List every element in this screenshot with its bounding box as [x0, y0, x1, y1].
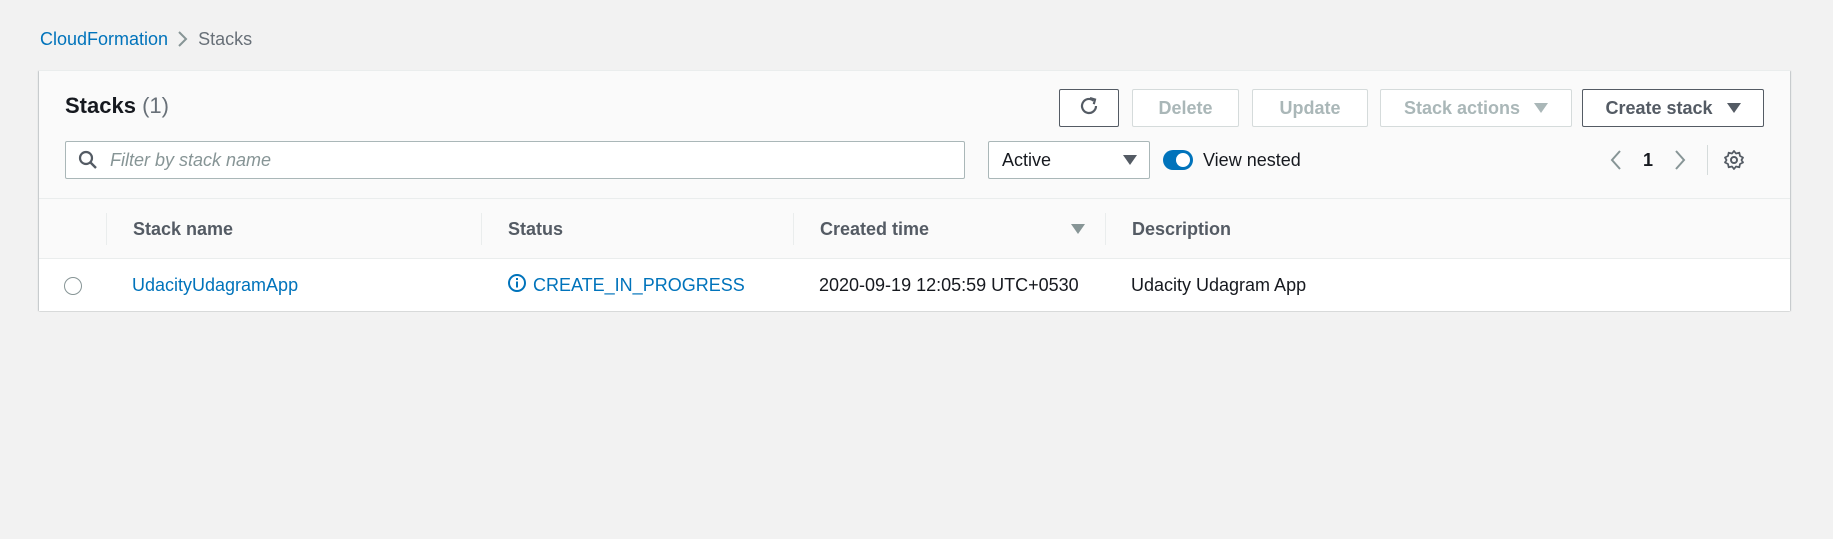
toggle-knob [1176, 153, 1190, 167]
stacks-header: Stacks (1) Delete Update Stack actions C… [39, 71, 1790, 199]
create-stack-button[interactable]: Create stack [1582, 89, 1764, 127]
status-filter-value: Active [1002, 149, 1052, 170]
caret-down-icon [1726, 103, 1741, 113]
search-icon [66, 141, 110, 179]
status-badge: CREATE_IN_PROGRESS [507, 273, 745, 298]
search-field[interactable] [65, 141, 965, 179]
column-header-stack-name[interactable]: Stack name [133, 199, 233, 259]
info-icon [507, 273, 527, 298]
previous-page-icon[interactable] [1599, 141, 1633, 179]
status-text: CREATE_IN_PROGRESS [533, 275, 745, 295]
stack-count: (1) [142, 93, 169, 118]
delete-button[interactable]: Delete [1132, 89, 1239, 127]
create-stack-label: Create stack [1605, 97, 1713, 118]
delete-button-label: Delete [1158, 97, 1213, 118]
table-header: Stack name Status Created time Descripti… [39, 199, 1790, 259]
stacks-container: Stacks (1) Delete Update Stack actions C… [39, 70, 1790, 311]
page-title: Stacks (1) [65, 93, 169, 119]
column-header-status[interactable]: Status [508, 199, 563, 259]
row-select-radio[interactable] [64, 276, 82, 295]
refresh-icon [1077, 94, 1101, 123]
breadcrumb-cloudformation-link[interactable]: CloudFormation [40, 29, 168, 50]
title-text: Stacks [65, 93, 136, 118]
page-number[interactable]: 1 [1633, 150, 1663, 171]
caret-down-icon [1123, 155, 1137, 165]
pagination-divider [1707, 145, 1708, 175]
view-nested-toggle-group: View nested [1163, 141, 1301, 179]
refresh-button[interactable] [1059, 89, 1119, 127]
update-button-label: Update [1279, 97, 1341, 118]
column-divider [106, 213, 107, 245]
stack-actions-label: Stack actions [1403, 97, 1521, 118]
column-header-created-time[interactable]: Created time [820, 199, 929, 259]
status-filter-select[interactable]: Active [988, 141, 1150, 179]
view-nested-label: View nested [1203, 149, 1301, 170]
created-time-cell: 2020-09-19 12:05:59 UTC+0530 [819, 275, 1079, 295]
breadcrumb-current: Stacks [198, 28, 253, 49]
next-page-icon[interactable] [1663, 141, 1697, 179]
table-row: UdacityUdagramApp CREATE_IN_PROGRESS 202… [39, 260, 1790, 311]
search-input[interactable] [110, 149, 950, 171]
view-nested-toggle[interactable] [1163, 150, 1193, 170]
sort-caret [1071, 224, 1085, 234]
pagination: 1 [1599, 141, 1756, 179]
stack-name-cell: UdacityUdagramApp [132, 260, 298, 311]
row-select-cell [64, 260, 82, 311]
column-divider [793, 213, 794, 245]
column-divider [1105, 213, 1106, 245]
description-cell: Udacity Udagram App [1131, 275, 1307, 295]
column-header-description[interactable]: Description [1132, 199, 1231, 259]
column-divider [481, 213, 482, 245]
stack-name-link[interactable]: UdacityUdagramApp [132, 275, 298, 296]
stack-actions-button[interactable]: Stack actions [1380, 89, 1572, 127]
sort-descending-icon[interactable] [1071, 224, 1085, 234]
gear-icon[interactable] [1712, 141, 1756, 179]
update-button[interactable]: Update [1252, 89, 1368, 127]
breadcrumb: CloudFormation Stacks [40, 26, 252, 52]
chevron-right-icon [168, 26, 198, 52]
caret-down-icon [1534, 103, 1549, 113]
status-cell: CREATE_IN_PROGRESS [507, 260, 745, 311]
